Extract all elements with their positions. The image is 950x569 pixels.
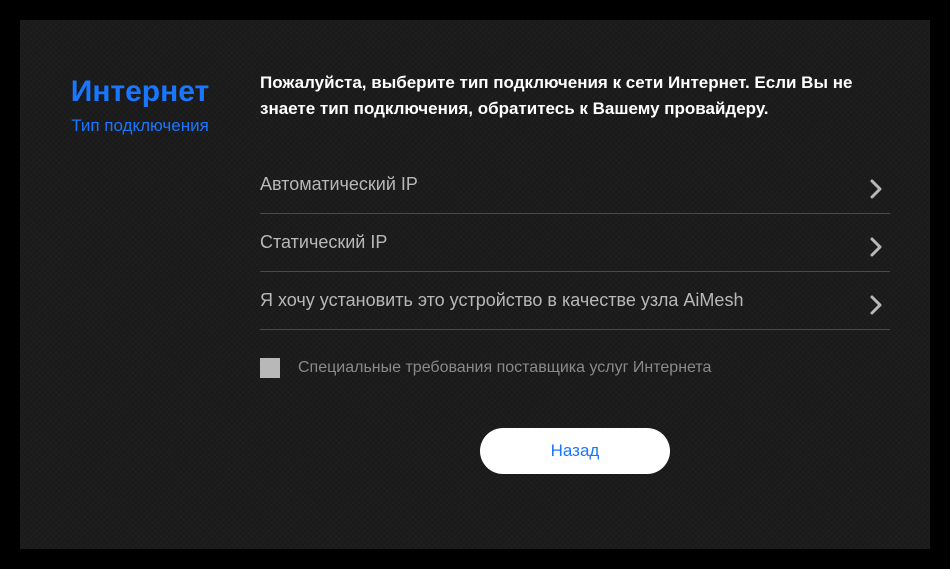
special-requirements-checkbox[interactable] bbox=[260, 358, 280, 378]
special-requirements-row: Специальные требования поставщика услуг … bbox=[260, 330, 890, 398]
page-subtitle: Тип подключения bbox=[40, 116, 240, 136]
option-label: Я хочу установить это устройство в качес… bbox=[260, 290, 743, 311]
chevron-right-icon bbox=[870, 179, 882, 191]
setup-panel: Интернет Тип подключения Пожалуйста, выб… bbox=[20, 20, 930, 549]
option-label: Статический IP bbox=[260, 232, 387, 253]
sidebar: Интернет Тип подключения bbox=[40, 70, 240, 509]
option-label: Автоматический IP bbox=[260, 174, 418, 195]
connection-options-list: Автоматический IP Статический IP Я хочу … bbox=[260, 156, 890, 330]
instruction-text: Пожалуйста, выберите тип подключения к с… bbox=[260, 70, 890, 121]
chevron-right-icon bbox=[870, 295, 882, 307]
option-static-ip[interactable]: Статический IP bbox=[260, 214, 890, 272]
button-row: Назад bbox=[260, 428, 890, 474]
chevron-right-icon bbox=[870, 237, 882, 249]
page-title: Интернет bbox=[40, 75, 240, 108]
checkbox-label: Специальные требования поставщика услуг … bbox=[298, 359, 711, 377]
back-button[interactable]: Назад bbox=[480, 428, 670, 474]
option-aimesh-node[interactable]: Я хочу установить это устройство в качес… bbox=[260, 272, 890, 330]
option-automatic-ip[interactable]: Автоматический IP bbox=[260, 156, 890, 214]
main-content: Пожалуйста, выберите тип подключения к с… bbox=[240, 70, 890, 509]
